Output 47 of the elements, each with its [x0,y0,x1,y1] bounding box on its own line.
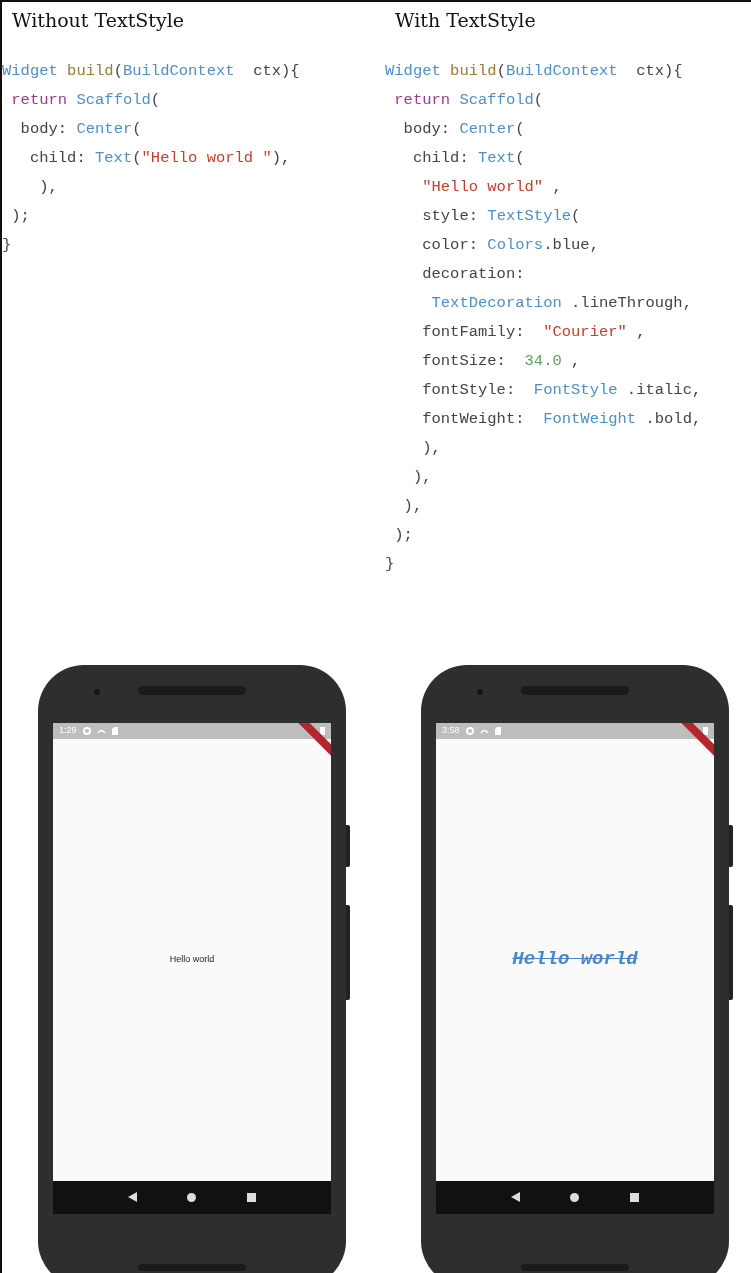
back-icon [511,1192,521,1203]
gear-icon [82,726,91,735]
column-title: With TextStyle [394,8,537,33]
code-line: body: Center( [402,118,525,140]
code-line: fontWeight: FontWeight .bold, [421,408,702,430]
status-time: 3:58 [442,726,460,736]
hello-text: Hello world [512,947,638,973]
code-line: body: Center( [19,118,142,140]
code-line: Widget build(BuildContext ctx){ [385,60,683,82]
camera-dot [477,688,483,695]
code-line: ), [411,466,432,488]
home-icon [570,1192,580,1202]
gear-icon [465,726,474,735]
code-line: } [385,553,395,575]
column-title: Without TextStyle [11,8,185,33]
code-line: fontSize: 34.0 , [421,350,581,372]
home-icon [187,1192,197,1202]
battery-icon [320,726,325,736]
arc-icon [479,727,489,734]
battery-icon [703,726,708,736]
code-line: return Scaffold( [10,89,161,111]
code-line: style: TextStyle( [421,205,581,227]
arc-icon [96,727,106,734]
code-line: child: Text("Hello world "), [28,147,291,169]
code-line: ), [421,437,441,459]
code-line: Widget build(BuildContext ctx){ [2,60,300,82]
code-line: return Scaffold( [393,89,544,111]
code-line: TextDecoration .lineThrough, [430,292,692,314]
code-line: ), [38,176,58,198]
status-time: 1:29 [59,726,77,736]
hello-text: Hello world [169,952,215,966]
code-line: child: Text( [411,147,525,169]
code-line: color: Colors.blue, [421,234,599,256]
sd-card-icon [111,726,118,735]
camera-dot [94,688,100,695]
code-line: fontFamily: "Courier" , [421,321,646,343]
code-line: ), [402,495,423,517]
sd-card-icon [494,726,501,735]
code-line: } [2,234,12,256]
recents-icon [246,1192,256,1202]
code-line: fontStyle: FontStyle .italic, [421,379,702,401]
code-line: ); [10,205,30,227]
recents-icon [629,1192,639,1202]
code-line: ); [393,524,413,546]
back-icon [128,1192,138,1203]
code-line: decoration: [421,263,525,285]
code-line: "Hello world" , [421,176,562,198]
